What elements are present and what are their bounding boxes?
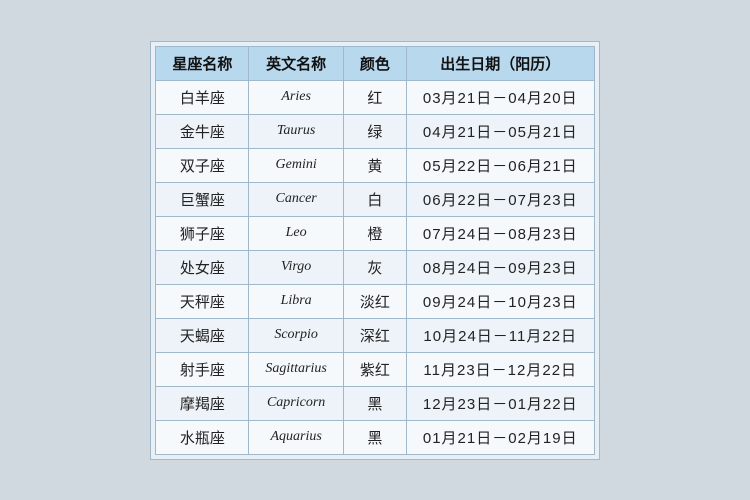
cell-color: 紫红 bbox=[343, 352, 406, 386]
table-row: 天蝎座Scorpio深红10月24日－11月22日 bbox=[156, 318, 594, 352]
cell-birth-dates: 03月21日－04月20日 bbox=[406, 80, 594, 114]
cell-chinese-name: 金牛座 bbox=[156, 114, 249, 148]
cell-english-name: Sagittarius bbox=[249, 352, 343, 386]
cell-chinese-name: 狮子座 bbox=[156, 216, 249, 250]
cell-color: 红 bbox=[343, 80, 406, 114]
table-row: 狮子座Leo橙07月24日－08月23日 bbox=[156, 216, 594, 250]
cell-color: 淡红 bbox=[343, 284, 406, 318]
header-birth-date: 出生日期（阳历） bbox=[406, 46, 594, 80]
cell-color: 灰 bbox=[343, 250, 406, 284]
cell-chinese-name: 白羊座 bbox=[156, 80, 249, 114]
cell-birth-dates: 05月22日－06月21日 bbox=[406, 148, 594, 182]
cell-english-name: Aries bbox=[249, 80, 343, 114]
cell-birth-dates: 09月24日－10月23日 bbox=[406, 284, 594, 318]
cell-chinese-name: 摩羯座 bbox=[156, 386, 249, 420]
cell-birth-dates: 11月23日－12月22日 bbox=[406, 352, 594, 386]
header-chinese-name: 星座名称 bbox=[156, 46, 249, 80]
cell-color: 深红 bbox=[343, 318, 406, 352]
cell-birth-dates: 01月21日－02月19日 bbox=[406, 420, 594, 454]
cell-chinese-name: 处女座 bbox=[156, 250, 249, 284]
cell-color: 黑 bbox=[343, 420, 406, 454]
cell-birth-dates: 08月24日－09月23日 bbox=[406, 250, 594, 284]
table-row: 摩羯座Capricorn黑12月23日－01月22日 bbox=[156, 386, 594, 420]
cell-english-name: Cancer bbox=[249, 182, 343, 216]
cell-chinese-name: 天蝎座 bbox=[156, 318, 249, 352]
cell-birth-dates: 12月23日－01月22日 bbox=[406, 386, 594, 420]
cell-chinese-name: 双子座 bbox=[156, 148, 249, 182]
cell-birth-dates: 06月22日－07月23日 bbox=[406, 182, 594, 216]
cell-birth-dates: 10月24日－11月22日 bbox=[406, 318, 594, 352]
header-english-name: 英文名称 bbox=[249, 46, 343, 80]
cell-english-name: Libra bbox=[249, 284, 343, 318]
table-row: 水瓶座Aquarius黑01月21日－02月19日 bbox=[156, 420, 594, 454]
table-row: 白羊座Aries红03月21日－04月20日 bbox=[156, 80, 594, 114]
header-color: 颜色 bbox=[343, 46, 406, 80]
cell-birth-dates: 04月21日－05月21日 bbox=[406, 114, 594, 148]
table-row: 金牛座Taurus绿04月21日－05月21日 bbox=[156, 114, 594, 148]
table-header-row: 星座名称 英文名称 颜色 出生日期（阳历） bbox=[156, 46, 594, 80]
table-body: 白羊座Aries红03月21日－04月20日金牛座Taurus绿04月21日－0… bbox=[156, 80, 594, 454]
zodiac-table-wrapper: 星座名称 英文名称 颜色 出生日期（阳历） 白羊座Aries红03月21日－04… bbox=[150, 41, 599, 460]
cell-english-name: Aquarius bbox=[249, 420, 343, 454]
table-row: 巨蟹座Cancer白06月22日－07月23日 bbox=[156, 182, 594, 216]
cell-chinese-name: 水瓶座 bbox=[156, 420, 249, 454]
zodiac-table: 星座名称 英文名称 颜色 出生日期（阳历） 白羊座Aries红03月21日－04… bbox=[155, 46, 594, 455]
cell-birth-dates: 07月24日－08月23日 bbox=[406, 216, 594, 250]
table-row: 天秤座Libra淡红09月24日－10月23日 bbox=[156, 284, 594, 318]
cell-color: 黄 bbox=[343, 148, 406, 182]
cell-english-name: Scorpio bbox=[249, 318, 343, 352]
cell-english-name: Gemini bbox=[249, 148, 343, 182]
table-row: 射手座Sagittarius紫红11月23日－12月22日 bbox=[156, 352, 594, 386]
cell-english-name: Leo bbox=[249, 216, 343, 250]
cell-color: 黑 bbox=[343, 386, 406, 420]
table-row: 双子座Gemini黄05月22日－06月21日 bbox=[156, 148, 594, 182]
cell-color: 白 bbox=[343, 182, 406, 216]
cell-chinese-name: 天秤座 bbox=[156, 284, 249, 318]
table-row: 处女座Virgo灰08月24日－09月23日 bbox=[156, 250, 594, 284]
cell-english-name: Virgo bbox=[249, 250, 343, 284]
cell-chinese-name: 巨蟹座 bbox=[156, 182, 249, 216]
cell-color: 橙 bbox=[343, 216, 406, 250]
cell-english-name: Capricorn bbox=[249, 386, 343, 420]
cell-english-name: Taurus bbox=[249, 114, 343, 148]
cell-chinese-name: 射手座 bbox=[156, 352, 249, 386]
cell-color: 绿 bbox=[343, 114, 406, 148]
